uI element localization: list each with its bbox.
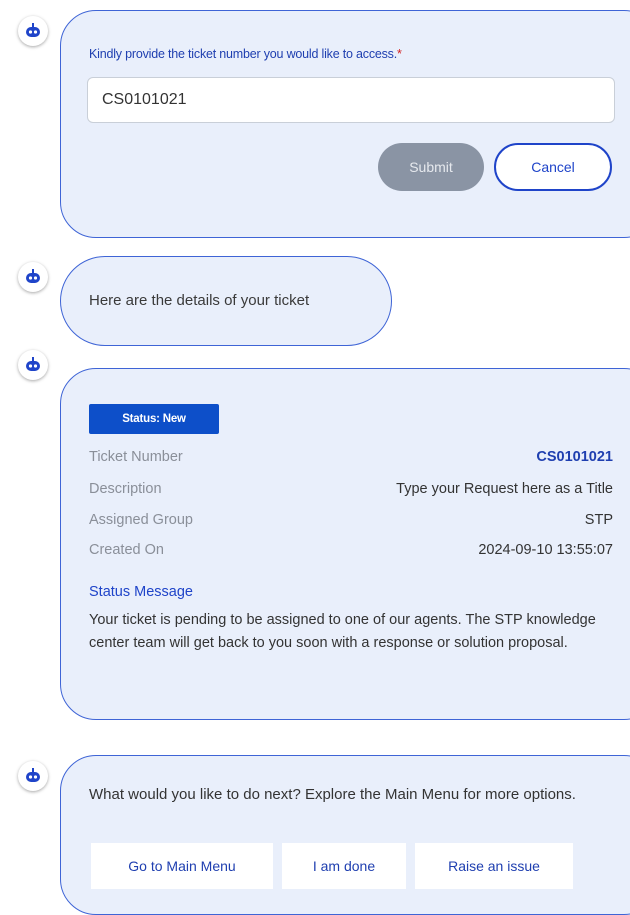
bot-avatar-icon: [18, 262, 48, 292]
row-value: Type your Request here as a Title: [396, 481, 613, 497]
go-to-main-menu-button[interactable]: Go to Main Menu: [91, 843, 273, 889]
cancel-button[interactable]: Cancel: [494, 143, 612, 191]
ticket-details-bubble: Status: New Ticket Number CS0101021 Desc…: [60, 368, 630, 720]
created-on-row: Created On 2024-09-10 13:55:07: [89, 542, 613, 564]
ticket-form-bubble: Kindly provide the ticket number you wou…: [60, 10, 630, 238]
intro-message-bubble: Here are the details of your ticket: [60, 256, 392, 346]
row-value: 2024-09-10 13:55:07: [478, 542, 613, 558]
description-row: Description Type your Request here as a …: [89, 481, 613, 503]
ticket-prompt: Kindly provide the ticket number you wou…: [89, 47, 402, 61]
row-label: Ticket Number: [89, 449, 183, 465]
row-label: Created On: [89, 542, 164, 558]
submit-button[interactable]: Submit: [378, 143, 484, 191]
raise-an-issue-button[interactable]: Raise an issue: [415, 843, 573, 889]
row-label: Description: [89, 481, 162, 497]
intro-message: Here are the details of your ticket: [89, 292, 310, 309]
status-message-body: Your ticket is pending to be assigned to…: [89, 612, 596, 651]
status-badge: Status: New: [89, 404, 219, 434]
bot-avatar-icon: [18, 350, 48, 380]
next-actions-text: What would you like to do next? Explore …: [89, 786, 576, 803]
bot-avatar-icon: [18, 16, 48, 46]
i-am-done-button[interactable]: I am done: [282, 843, 406, 889]
status-message-title: Status Message: [89, 584, 193, 600]
ticket-prompt-label: Kindly provide the ticket number you wou…: [89, 47, 398, 61]
next-actions-bubble: What would you like to do next? Explore …: [60, 755, 630, 915]
ticket-number-input[interactable]: CS0101021: [87, 77, 615, 123]
required-mark: *: [397, 47, 402, 61]
assigned-group-row: Assigned Group STP: [89, 512, 613, 534]
row-value: CS0101021: [536, 449, 613, 465]
bot-avatar-icon: [18, 761, 48, 791]
row-value: STP: [584, 512, 613, 528]
ticket-number-row: Ticket Number CS0101021: [89, 449, 613, 471]
row-label: Assigned Group: [89, 512, 193, 528]
